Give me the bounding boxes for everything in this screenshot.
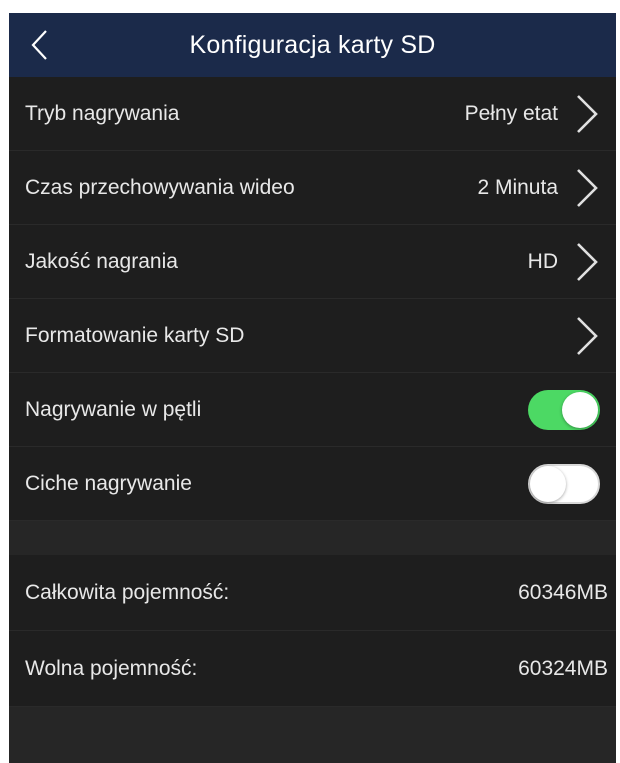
total-capacity-row: Całkowita pojemność: 60346MB xyxy=(9,555,616,631)
section-divider xyxy=(9,521,616,555)
page-title: Konfiguracja karty SD xyxy=(189,30,436,59)
total-capacity-value: 60346MB xyxy=(518,580,608,604)
setting-row-video-retention[interactable]: Czas przechowywania wideo 2 Minuta xyxy=(9,151,616,225)
free-capacity-row: Wolna pojemność: 60324MB xyxy=(9,631,616,707)
toggle-knob xyxy=(530,465,566,502)
bottom-area xyxy=(9,707,616,763)
setting-row-loop-recording: Nagrywanie w pętli xyxy=(9,373,616,447)
free-capacity-label: Wolna pojemność: xyxy=(25,656,198,680)
top-bar: Konfiguracja karty SD xyxy=(9,13,616,77)
setting-row-recording-quality[interactable]: Jakość nagrania HD xyxy=(9,225,616,299)
sd-card-config-screen: Konfiguracja karty SD Tryb nagrywania Pe… xyxy=(9,13,616,763)
toggle-knob xyxy=(562,391,598,428)
silent-recording-toggle[interactable] xyxy=(528,463,600,504)
setting-row-format-sd[interactable]: Formatowanie karty SD xyxy=(9,299,616,373)
setting-value: 2 Minuta xyxy=(477,175,558,199)
setting-label: Jakość nagrania xyxy=(25,249,178,273)
setting-label: Czas przechowywania wideo xyxy=(25,175,295,199)
setting-row-silent-recording: Ciche nagrywanie xyxy=(9,447,616,521)
total-capacity-label: Całkowita pojemność: xyxy=(25,580,230,604)
setting-value: HD xyxy=(527,249,558,273)
setting-label: Tryb nagrywania xyxy=(25,101,180,125)
chevron-right-icon xyxy=(572,314,602,358)
free-capacity-value: 60324MB xyxy=(518,656,608,680)
chevron-right-icon xyxy=(572,240,602,284)
chevron-right-icon xyxy=(572,92,602,136)
chevron-right-icon xyxy=(572,166,602,210)
setting-label: Formatowanie karty SD xyxy=(25,323,245,347)
setting-label: Nagrywanie w pętli xyxy=(25,397,202,421)
back-button[interactable] xyxy=(29,25,69,65)
setting-label: Ciche nagrywanie xyxy=(25,471,192,495)
setting-value: Pełny etat xyxy=(464,101,558,125)
chevron-left-icon xyxy=(31,30,47,60)
setting-row-recording-mode[interactable]: Tryb nagrywania Pełny etat xyxy=(9,77,616,151)
loop-recording-toggle[interactable] xyxy=(528,389,600,430)
